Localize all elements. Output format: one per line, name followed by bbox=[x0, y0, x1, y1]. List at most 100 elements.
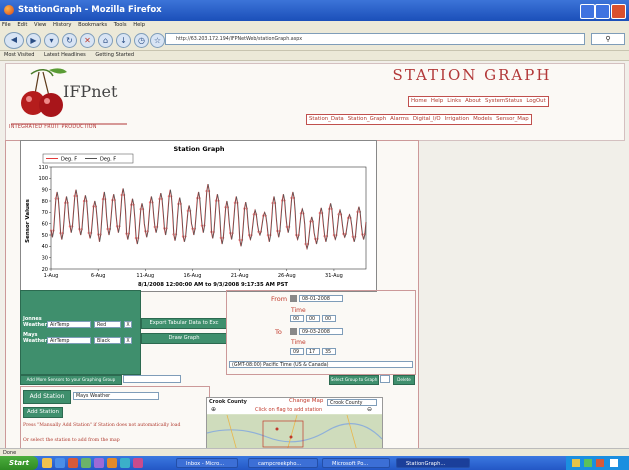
quicklaunch-app-icon[interactable] bbox=[81, 458, 91, 468]
color-select-2[interactable]: Black bbox=[94, 337, 121, 344]
tray-icon[interactable] bbox=[610, 459, 618, 467]
taskbar-item-campcreek[interactable]: campcreekpho... bbox=[248, 458, 318, 468]
bookmark-latest-headlines[interactable]: Latest Headlines bbox=[44, 52, 86, 58]
legend-series-2: Deg. F bbox=[100, 157, 116, 163]
sub-nav: Station_Data Station_Graph Alarms Digital_I… bbox=[306, 114, 532, 125]
from-second-select[interactable]: 00 bbox=[322, 315, 336, 322]
export-excel-button[interactable]: Export Tabular Data to Exc bbox=[141, 318, 227, 329]
forward-icon[interactable]: ▶ bbox=[26, 33, 41, 48]
taskbar-item-powerpoint[interactable]: Microsoft Po... bbox=[322, 458, 390, 468]
close-button[interactable] bbox=[611, 4, 626, 19]
history-icon[interactable]: ◷ bbox=[134, 33, 149, 48]
home-icon[interactable]: ⌂ bbox=[98, 33, 113, 48]
nav-station-data[interactable]: Station_Data bbox=[309, 116, 344, 122]
menu-item-file[interactable]: File bbox=[2, 22, 11, 28]
add-station-button[interactable]: Add Station bbox=[23, 407, 63, 418]
nav-home[interactable]: Home bbox=[411, 98, 427, 104]
sensor-select-1[interactable]: AirTemp bbox=[47, 321, 91, 328]
download-icon[interactable]: ↓ bbox=[116, 33, 131, 48]
menu-item-bookmarks[interactable]: Bookmarks bbox=[78, 22, 107, 28]
nav-sensor-map[interactable]: Sensor_Map bbox=[496, 116, 529, 122]
top-nav: Home Help Links About SystemStatus LogOut bbox=[408, 96, 549, 107]
group-select[interactable] bbox=[380, 375, 390, 383]
timezone-select[interactable]: (GMT-08:00) Pacific Time (US & Canada) bbox=[229, 361, 413, 368]
back-icon[interactable]: ◀ bbox=[4, 32, 24, 49]
station-select[interactable]: Mays Weather bbox=[73, 392, 159, 400]
y-tick-label: 40 bbox=[42, 244, 48, 250]
dropdown-icon[interactable]: ▾ bbox=[44, 33, 59, 48]
menu-item-help[interactable]: Help bbox=[133, 22, 145, 28]
search-icon[interactable]: ⚲ bbox=[591, 33, 625, 45]
zoom-in-icon[interactable]: ⊕ bbox=[211, 406, 219, 413]
change-map-select[interactable]: Crook County bbox=[327, 399, 377, 406]
quicklaunch-app-icon[interactable] bbox=[107, 458, 117, 468]
station-graph-chart: Station Graph Deg. F Deg. F Sensor Value… bbox=[20, 140, 377, 292]
add-station-label: Add Station bbox=[23, 390, 71, 404]
bookmark-icon[interactable]: ☆ bbox=[150, 33, 165, 48]
menu-item-edit[interactable]: Edit bbox=[17, 22, 27, 28]
remove-row-2-icon[interactable]: X bbox=[124, 337, 132, 344]
firefox-icon bbox=[4, 5, 14, 15]
from-minute-select[interactable]: 00 bbox=[306, 315, 320, 322]
stop-icon[interactable]: ✕ bbox=[80, 33, 95, 48]
taskbar-item-stationgraph[interactable]: StationGraph... bbox=[396, 458, 470, 468]
draw-graph-button[interactable]: Draw Graph bbox=[141, 333, 227, 344]
station-map[interactable]: Crook County Change Map Crook County ⊕ C… bbox=[206, 397, 383, 452]
x-tick-label: 1-Aug bbox=[44, 273, 59, 279]
color-select-1[interactable]: Red bbox=[94, 321, 121, 328]
to-second-select[interactable]: 35 bbox=[322, 348, 336, 355]
nav-models[interactable]: Models bbox=[473, 116, 492, 122]
remove-row-1-icon[interactable]: X bbox=[124, 321, 132, 328]
zoom-out-icon[interactable]: ⊖ bbox=[367, 406, 375, 413]
nav-digital-io[interactable]: Digital_I/O bbox=[413, 116, 441, 122]
ifpnet-logo[interactable]: IFPnet INTEGRATED FRUIT PRODUCTION bbox=[9, 66, 129, 132]
nav-station-graph[interactable]: Station_Graph bbox=[348, 116, 386, 122]
quicklaunch-app-icon[interactable] bbox=[94, 458, 104, 468]
calendar-icon[interactable] bbox=[290, 295, 297, 302]
map-click-hint: Click on flag to add station bbox=[255, 407, 323, 413]
chart-ylabel: Sensor Values bbox=[25, 198, 31, 242]
maximize-button[interactable] bbox=[595, 4, 610, 19]
group-name-input[interactable] bbox=[123, 375, 181, 383]
address-bar[interactable]: http://63.203.172.194/IFPNetWeb/stationG… bbox=[165, 33, 585, 45]
to-date-input[interactable]: 09-03-2008 bbox=[299, 328, 343, 335]
from-date-input[interactable]: 08-01-2008 bbox=[299, 295, 343, 302]
nav-about[interactable]: About bbox=[465, 98, 481, 104]
nav-links[interactable]: Links bbox=[447, 98, 461, 104]
nav-systemstatus[interactable]: SystemStatus bbox=[485, 98, 522, 104]
quicklaunch-folder-icon[interactable] bbox=[42, 458, 52, 468]
logo-name: IFPnet bbox=[63, 82, 118, 101]
x-tick-label: 31-Aug bbox=[325, 273, 343, 279]
tray-icon[interactable] bbox=[596, 459, 604, 467]
nav-alarms[interactable]: Alarms bbox=[390, 116, 409, 122]
minimize-button[interactable] bbox=[580, 4, 595, 19]
bookmark-getting-started[interactable]: Getting Started bbox=[95, 52, 134, 58]
quicklaunch-app-icon[interactable] bbox=[120, 458, 130, 468]
menu-item-tools[interactable]: Tools bbox=[114, 22, 127, 28]
add-sensors-button[interactable]: Add More Sensors to your Graphing Group bbox=[20, 375, 122, 385]
quicklaunch-browser-icon[interactable] bbox=[55, 458, 65, 468]
menu-item-view[interactable]: View bbox=[34, 22, 46, 28]
from-hour-select[interactable]: 00 bbox=[290, 315, 304, 322]
to-hour-select[interactable]: 09 bbox=[290, 348, 304, 355]
taskbar-item-inbox[interactable]: Inbox - Micro... bbox=[176, 458, 238, 468]
to-label: To bbox=[275, 328, 282, 336]
start-button[interactable]: Start bbox=[0, 456, 38, 470]
tray-icon[interactable] bbox=[584, 459, 592, 467]
nav-irrigation[interactable]: Irrigation bbox=[445, 116, 469, 122]
quicklaunch-media-icon[interactable] bbox=[68, 458, 78, 468]
tray-icon[interactable] bbox=[572, 459, 580, 467]
menu-item-history[interactable]: History bbox=[53, 22, 71, 28]
nav-logout[interactable]: LogOut bbox=[526, 98, 545, 104]
y-tick-label: 90 bbox=[42, 187, 48, 193]
reload-icon[interactable]: ↻ bbox=[62, 33, 77, 48]
delete-group-button[interactable]: Delete bbox=[393, 375, 415, 385]
nav-help[interactable]: Help bbox=[431, 98, 443, 104]
quicklaunch-app-icon[interactable] bbox=[133, 458, 143, 468]
sensor-select-2[interactable]: AirTemp bbox=[47, 337, 91, 344]
bookmark-most-visited[interactable]: Most Visited bbox=[4, 52, 34, 58]
to-minute-select[interactable]: 17 bbox=[306, 348, 320, 355]
calendar-icon[interactable] bbox=[290, 328, 297, 335]
y-tick-label: 110 bbox=[38, 165, 48, 171]
select-group-button[interactable]: Select Group to Graph bbox=[329, 375, 379, 385]
